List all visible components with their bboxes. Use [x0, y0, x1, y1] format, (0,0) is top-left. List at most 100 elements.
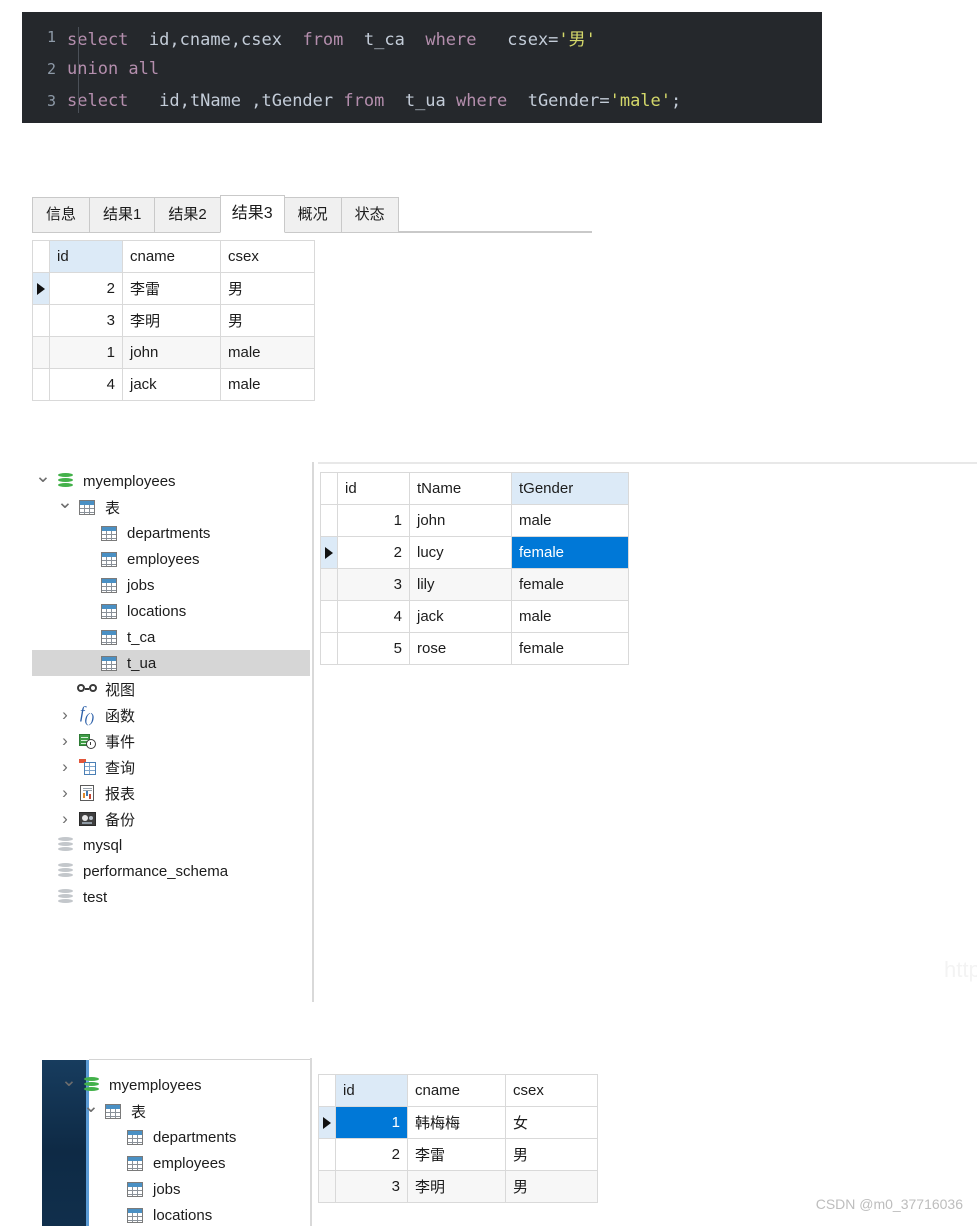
result-tab[interactable]: 结果2 — [154, 197, 221, 232]
table-cell[interactable]: john — [409, 504, 512, 537]
tree-item-departments[interactable]: departments — [32, 520, 310, 546]
row-selector[interactable] — [32, 304, 50, 337]
result-tab[interactable]: 概况 — [283, 197, 342, 232]
tree-item-t_ua[interactable]: t_ua — [32, 650, 310, 676]
tree-item--[interactable]: 视图 — [32, 676, 310, 702]
tree-item--[interactable]: 表 — [58, 1098, 310, 1124]
table-cell[interactable]: 4 — [49, 368, 123, 401]
table-cell[interactable]: 女 — [505, 1106, 598, 1139]
tree-item--[interactable]: 查询 — [32, 754, 310, 780]
row-selector[interactable] — [320, 568, 338, 601]
table-cell[interactable]: 男 — [220, 272, 315, 305]
table-cell[interactable]: lucy — [409, 536, 512, 569]
table-cell[interactable]: 5 — [337, 632, 410, 665]
sql-code-editor[interactable]: 1 select id,cname,csex from t_ca where cs… — [22, 12, 822, 123]
table-cell[interactable]: 2 — [337, 536, 410, 569]
tree-item-test[interactable]: test — [32, 884, 310, 910]
table-row[interactable]: 4 jack male — [32, 368, 315, 401]
column-header[interactable]: id — [49, 240, 123, 273]
table-row[interactable]: 2 lucy female — [320, 536, 629, 569]
tree-item--[interactable]: 报表 — [32, 780, 310, 806]
chevron-right-icon[interactable] — [54, 783, 76, 803]
row-selector[interactable] — [318, 1106, 336, 1139]
chevron-right-icon[interactable] — [54, 731, 76, 751]
table-cell[interactable]: 男 — [505, 1170, 598, 1203]
chevron-right-icon[interactable] — [54, 757, 76, 777]
chevron-down-icon[interactable] — [54, 496, 76, 519]
chevron-down-icon[interactable] — [32, 470, 54, 493]
tree-item-mysql[interactable]: mysql — [32, 832, 310, 858]
table-cell[interactable]: jack — [409, 600, 512, 633]
tree-item-departments[interactable]: departments — [58, 1124, 310, 1150]
column-header[interactable]: csex — [505, 1074, 598, 1107]
table-cell[interactable]: 3 — [335, 1170, 408, 1203]
table-cell[interactable]: 男 — [220, 304, 315, 337]
table-cell[interactable]: jack — [122, 368, 221, 401]
column-header[interactable]: tGender — [511, 472, 629, 505]
tree-item-performance_schema[interactable]: performance_schema — [32, 858, 310, 884]
chevron-right-icon[interactable] — [54, 809, 76, 829]
tree-item-locations[interactable]: locations — [32, 598, 310, 624]
row-selector[interactable] — [320, 536, 338, 569]
bottom-vertical-splitter[interactable] — [310, 1058, 312, 1226]
table-row[interactable]: 3 lily female — [320, 568, 629, 601]
grid-union-result[interactable]: id cname csex 2 李雷男 3 李明男 1 john male 4 jack male — [32, 240, 315, 401]
tree-item-jobs[interactable]: jobs — [32, 572, 310, 598]
table-cell[interactable]: 1 — [335, 1106, 408, 1139]
table-cell[interactable]: rose — [409, 632, 512, 665]
table-cell[interactable]: male — [220, 336, 315, 369]
table-cell[interactable]: male — [511, 600, 629, 633]
tree-item-myemployees[interactable]: myemployees — [58, 1072, 310, 1098]
vertical-splitter[interactable] — [312, 462, 314, 1002]
object-tree-bottom[interactable]: myemployees 表 departments employees jobs loca… — [58, 1072, 310, 1226]
result-tab[interactable]: 结果3 — [219, 195, 285, 233]
row-selector[interactable] — [32, 272, 50, 305]
column-header[interactable]: cname — [122, 240, 221, 273]
table-cell[interactable]: male — [511, 504, 629, 537]
table-cell[interactable]: female — [511, 568, 629, 601]
table-cell[interactable]: male — [220, 368, 315, 401]
table-row[interactable]: 3 李明男 — [32, 304, 315, 337]
tree-item-employees[interactable]: employees — [32, 546, 310, 572]
table-cell[interactable]: 男 — [505, 1138, 598, 1171]
table-row[interactable]: 2 李雷男 — [32, 272, 315, 305]
table-cell[interactable]: 李雷 — [122, 272, 221, 305]
grid-t-ca[interactable]: id cname csex 1 韩梅梅女 2 李雷男 3 李明男 — [318, 1074, 598, 1203]
tree-item-jobs[interactable]: jobs — [58, 1176, 310, 1202]
table-cell[interactable]: 4 — [337, 600, 410, 633]
column-header[interactable]: tName — [409, 472, 512, 505]
chevron-down-icon[interactable] — [58, 1074, 80, 1097]
table-cell[interactable]: john — [122, 336, 221, 369]
row-selector[interactable] — [32, 336, 50, 369]
column-header[interactable]: csex — [220, 240, 315, 273]
table-cell[interactable]: 2 — [335, 1138, 408, 1171]
column-header[interactable]: cname — [407, 1074, 506, 1107]
table-cell[interactable]: 3 — [49, 304, 123, 337]
table-row[interactable]: 5 rose female — [320, 632, 629, 665]
tree-item-myemployees[interactable]: myemployees — [32, 468, 310, 494]
tree-item--[interactable]: 备份 — [32, 806, 310, 832]
result-tab[interactable]: 结果1 — [89, 197, 156, 232]
table-cell[interactable]: lily — [409, 568, 512, 601]
tree-item-locations[interactable]: locations — [58, 1202, 310, 1226]
table-row[interactable]: 3 李明男 — [318, 1170, 598, 1203]
table-cell[interactable]: 李雷 — [407, 1138, 506, 1171]
column-header[interactable]: id — [337, 472, 410, 505]
table-row[interactable]: 1 john male — [32, 336, 315, 369]
table-cell[interactable]: 3 — [337, 568, 410, 601]
grid-t-ua[interactable]: id tName tGender 1 john male 2 lucy female 3 lily f… — [320, 472, 629, 665]
table-row[interactable]: 1 韩梅梅女 — [318, 1106, 598, 1139]
tree-item-employees[interactable]: employees — [58, 1150, 310, 1176]
table-cell[interactable]: 2 — [49, 272, 123, 305]
results-tabstrip[interactable]: 信息 结果1 结果2 结果3 概况 状态 — [32, 195, 592, 233]
chevron-down-icon[interactable] — [80, 1100, 102, 1123]
table-row[interactable]: 2 李雷男 — [318, 1138, 598, 1171]
tree-item--[interactable]: 事件 — [32, 728, 310, 754]
table-cell[interactable]: 1 — [337, 504, 410, 537]
table-cell[interactable]: female — [511, 536, 629, 569]
row-selector[interactable] — [32, 368, 50, 401]
row-selector[interactable] — [318, 1138, 336, 1171]
table-cell[interactable]: 韩梅梅 — [407, 1106, 506, 1139]
row-selector[interactable] — [318, 1170, 336, 1203]
object-tree-main[interactable]: myemployees 表 departments employees jobs loca… — [32, 468, 310, 910]
